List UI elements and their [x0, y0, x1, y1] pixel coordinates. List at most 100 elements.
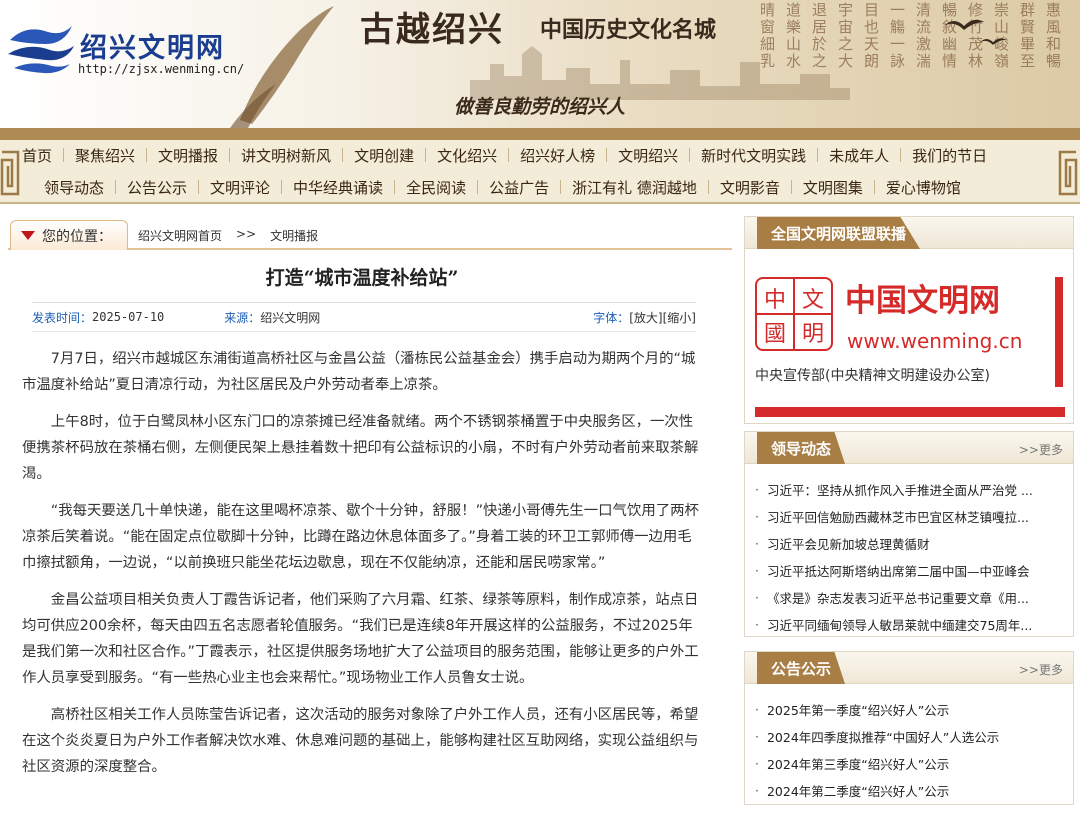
nav-separator — [198, 180, 200, 194]
bullet-icon: · — [755, 482, 759, 497]
bullet-icon: · — [755, 702, 759, 717]
list-item-text[interactable]: 习近平回信勉励西藏林芝市巴宜区林芝镇嘎拉... — [767, 507, 1029, 526]
bullet-icon: · — [755, 756, 759, 771]
nav-item-civil-shaoxing[interactable]: 文明绍兴 — [618, 145, 678, 166]
nav-ornament-left-icon — [0, 150, 20, 196]
list-item[interactable]: · 《求是》杂志发表习近平总书记重要文章《用... — [755, 584, 1065, 611]
nav-item-ads[interactable]: 公益广告 — [489, 177, 549, 198]
calligraphy-decoration: 群賢畢至 — [1020, 1, 1036, 70]
nav-row-primary: 首页 聚焦绍兴 文明播报 讲文明树新风 文明创建 文化绍兴 绍兴好人榜 文明绍兴… — [22, 141, 987, 169]
banner-url: www.wenming.cn — [847, 329, 1023, 353]
breadcrumb-separator: >> — [236, 227, 257, 241]
leaders-list: · 习近平：坚持从抓作风入手推进全面从严治党 ... · 习近平回信勉励西藏林芝市巴… — [755, 476, 1065, 638]
nav-item-reading[interactable]: 全民阅读 — [406, 177, 466, 198]
seal-grid-icon: 中 文 國 明 — [757, 279, 831, 349]
article-paragraph: 高桥社区相关工作人员陈莹告诉记者，这次活动的服务对象除了户外工作人员，还有小区居… — [22, 707, 699, 775]
calligraphy-decoration: 一觴一詠 — [890, 1, 906, 70]
list-item-text[interactable]: 习近平：坚持从抓作风入手推进全面从严治党 ... — [767, 480, 1033, 499]
font-shrink-button[interactable]: [缩小] — [663, 309, 696, 326]
nav-item-classics[interactable]: 中华经典诵读 — [293, 177, 383, 198]
font-label: 字体： — [593, 310, 630, 325]
list-item-text[interactable]: 习近平同缅甸领导人敏昂莱就中缅建交75周年... — [767, 615, 1032, 634]
article-meta: 发表时间： 2025-07-10 来源： 绍兴文明网 字体： [放大] [缩小] — [32, 302, 696, 332]
nav-item-commentary[interactable]: 文明评论 — [210, 177, 270, 198]
list-item-text[interactable]: 习近平会见新加坡总理黄循财 — [767, 534, 930, 553]
nav-item-culture[interactable]: 文化绍兴 — [437, 145, 497, 166]
list-item[interactable]: · 习近平抵达阿斯塔纳出席第二届中国—中亚峰会 — [755, 557, 1065, 584]
breadcrumb-home-link[interactable]: 绍兴文明网首页 — [138, 227, 222, 244]
notices-panel-title: 公告公示 — [757, 652, 846, 684]
logo-url: http://zjsx.wenming.cn/ — [78, 62, 245, 76]
nav-item-new-era[interactable]: 新时代文明实践 — [701, 145, 806, 166]
list-item[interactable]: · 2024年第三季度“绍兴好人”公示 — [755, 750, 1065, 777]
nav-separator — [146, 148, 148, 162]
list-item-text[interactable]: 《求是》杂志发表习近平总书记重要文章《用... — [767, 588, 1029, 607]
breadcrumb-path: 绍兴文明网首页 >> 文明播报 — [138, 227, 332, 244]
nav-band — [0, 128, 1080, 140]
nav-item-home[interactable]: 首页 — [22, 145, 52, 166]
calligraphy-decoration: 清流激湍 — [916, 1, 932, 70]
nav-item-civility[interactable]: 讲文明树新风 — [241, 145, 331, 166]
nav-separator — [229, 148, 231, 162]
nav-separator — [508, 148, 510, 162]
nav-item-zhejiang-courtesy[interactable]: 浙江有礼 德润越地 — [572, 177, 697, 198]
list-item[interactable]: · 2024年四季度拟推荐“中国好人”人选公示 — [755, 723, 1065, 750]
seal-char: 文 — [802, 288, 824, 313]
nav-item-video[interactable]: 文明影音 — [720, 177, 780, 198]
notices-more-link[interactable]: >>更多 — [1019, 661, 1063, 678]
bullet-icon: · — [755, 729, 759, 744]
calligraphy-decoration: 道樂山水 — [786, 1, 802, 70]
seal-char: 國 — [764, 322, 786, 347]
breadcrumb: 您的位置： 绍兴文明网首页 >> 文明播报 — [8, 218, 732, 250]
list-item-text[interactable]: 习近平抵达阿斯塔纳出席第二届中国—中亚峰会 — [767, 561, 1030, 580]
nav-item-festivals[interactable]: 我们的节日 — [912, 145, 987, 166]
calligraphy-decoration: 宇宙之大 — [838, 1, 854, 70]
list-item-text[interactable]: 2024年第三季度“绍兴好人”公示 — [767, 754, 949, 773]
list-item-text[interactable]: 2025年第一季度“绍兴好人”公示 — [767, 700, 949, 719]
list-item[interactable]: · 习近平：坚持从抓作风入手推进全面从严治党 ... — [755, 476, 1065, 503]
nav-separator — [63, 148, 65, 162]
nav-item-minors[interactable]: 未成年人 — [829, 145, 889, 166]
calligraphy-decoration: 退居於之 — [812, 1, 828, 70]
nav-item-focus[interactable]: 聚焦绍兴 — [75, 145, 135, 166]
list-item[interactable]: · 习近平同缅甸领导人敏昂莱就中缅建交75周年... — [755, 611, 1065, 638]
font-enlarge-button[interactable]: [放大] — [629, 309, 662, 326]
list-item[interactable]: · 2025年第一季度“绍兴好人”公示 — [755, 696, 1065, 723]
nav-item-good-people[interactable]: 绍兴好人榜 — [520, 145, 595, 166]
leaders-panel-header: 领导动态 >>更多 — [745, 432, 1073, 464]
date-label: 发表时间： — [32, 310, 93, 325]
publish-date: 2025-07-10 — [92, 310, 165, 324]
bullet-icon: · — [755, 509, 759, 524]
nav-item-broadcast[interactable]: 文明播报 — [158, 145, 218, 166]
calligraphy-decoration: 暢敘幽情 — [942, 1, 958, 70]
logo-name: 绍兴文明网 — [80, 33, 225, 64]
nav-item-museum[interactable]: 爱心博物馆 — [886, 177, 961, 198]
list-item[interactable]: · 2024年第二季度“绍兴好人”公示 — [755, 777, 1065, 804]
list-item-text[interactable]: 2024年第二季度“绍兴好人”公示 — [767, 781, 949, 800]
alliance-panel-header: 全国文明网联盟联播 — [745, 217, 1073, 249]
wenming-banner[interactable]: 中 文 國 明 中国文明网 www.wenming.cn 中央宣传部(中央精神文… — [755, 261, 1065, 419]
banner-site-name: 中国文明网 — [845, 283, 1000, 319]
list-item-text[interactable]: 2024年四季度拟推荐“中国好人”人选公示 — [767, 727, 999, 746]
banner-bottom-bar — [755, 407, 1065, 417]
nav-item-creation[interactable]: 文明创建 — [354, 145, 414, 166]
breadcrumb-current-link[interactable]: 文明播报 — [270, 227, 318, 244]
article-paragraph: 上午8时，位于白鹭凤林小区东门口的凉茶摊已经准备就绪。两个不锈钢茶桶置于中央服务… — [22, 414, 699, 482]
nav-separator — [425, 148, 427, 162]
bullet-icon: · — [755, 617, 759, 632]
bullet-icon: · — [755, 590, 759, 605]
bird-icon — [944, 19, 984, 30]
article-title: 打造“城市温度补给站” — [265, 267, 459, 289]
calligraphy-decoration: 惠風和暢 — [1046, 1, 1062, 70]
breadcrumb-label: 您的位置： — [42, 228, 112, 245]
list-item[interactable]: · 习近平会见新加坡总理黄循财 — [755, 530, 1065, 557]
nav-item-gallery[interactable]: 文明图集 — [803, 177, 863, 198]
nav-item-leaders[interactable]: 领导动态 — [44, 177, 104, 198]
calligraphy-decoration: 目也天朗 — [864, 1, 880, 70]
nav-item-notices[interactable]: 公告公示 — [127, 177, 187, 198]
banner-department: 中央宣传部(中央精神文明建设办公室) — [755, 368, 990, 384]
leaders-panel: 领导动态 >>更多 · 习近平：坚持从抓作风入手推进全面从严治党 ... · 习近平… — [744, 431, 1074, 637]
nav-separator — [342, 148, 344, 162]
list-item[interactable]: · 习近平回信勉励西藏林芝市巴宜区林芝镇嘎拉... — [755, 503, 1065, 530]
leaders-more-link[interactable]: >>更多 — [1019, 441, 1063, 458]
